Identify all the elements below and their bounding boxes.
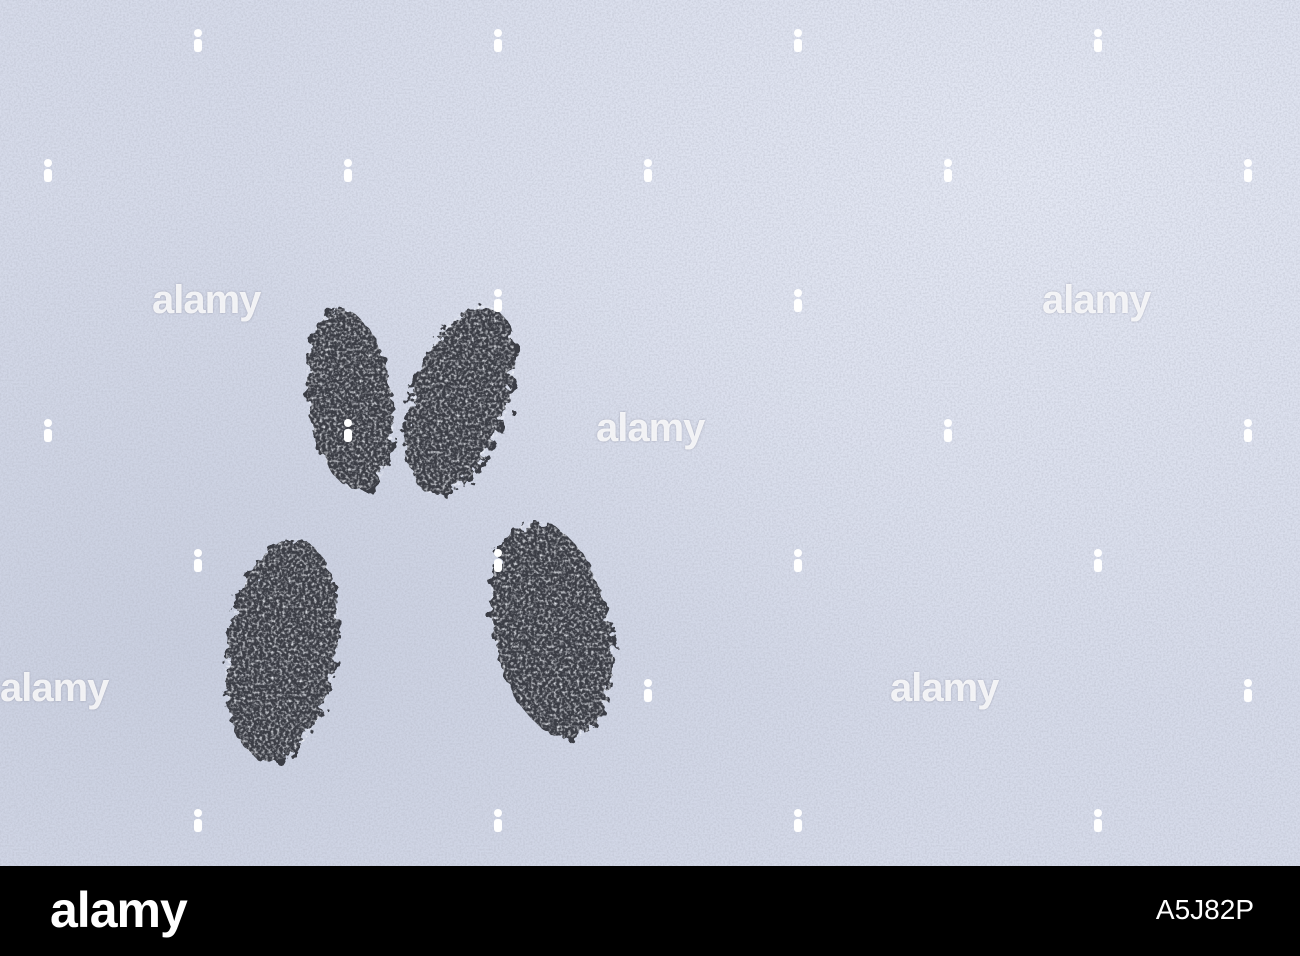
watermark-mark-icon <box>794 809 802 832</box>
watermark-mark-icon <box>644 679 652 702</box>
watermark-mark-icon <box>1094 809 1102 832</box>
watermark-mark-icon <box>1244 419 1252 442</box>
watermark-mark-icon <box>344 159 352 182</box>
footer-logo: alamy <box>50 882 188 938</box>
watermark-mark-icon <box>44 419 52 442</box>
watermark-mark-icon <box>794 29 802 52</box>
watermark-mark-icon <box>1244 159 1252 182</box>
image-id: A5J82P <box>1155 894 1254 925</box>
watermark-mark-icon <box>944 159 952 182</box>
watermark-text: alamy <box>596 406 705 450</box>
watermark-text: alamy <box>0 666 109 710</box>
watermark-mark-icon <box>1094 549 1102 572</box>
watermark-mark-icon <box>494 29 502 52</box>
watermark-mark-icon <box>344 419 352 442</box>
watermark-mark-icon <box>194 29 202 52</box>
watermark-mark-icon <box>1244 679 1252 702</box>
watermark-mark-icon <box>194 549 202 572</box>
watermark-text: alamy <box>152 278 261 322</box>
snow-photo: alamy alamy alamy alamy alamy <box>0 0 1300 866</box>
watermark-mark-icon <box>944 419 952 442</box>
footer-bar <box>0 866 1300 956</box>
watermark-text: alamy <box>890 666 999 710</box>
watermark-mark-icon <box>644 159 652 182</box>
watermark-mark-icon <box>794 289 802 312</box>
watermark-mark-icon <box>494 289 502 312</box>
watermark-mark-icon <box>494 809 502 832</box>
watermark-text: alamy <box>1042 278 1151 322</box>
watermark-mark-icon <box>44 159 52 182</box>
watermark-mark-icon <box>494 549 502 572</box>
watermark-mark-icon <box>794 549 802 572</box>
watermark-mark-icon <box>194 809 202 832</box>
watermark-mark-icon <box>1094 29 1102 52</box>
